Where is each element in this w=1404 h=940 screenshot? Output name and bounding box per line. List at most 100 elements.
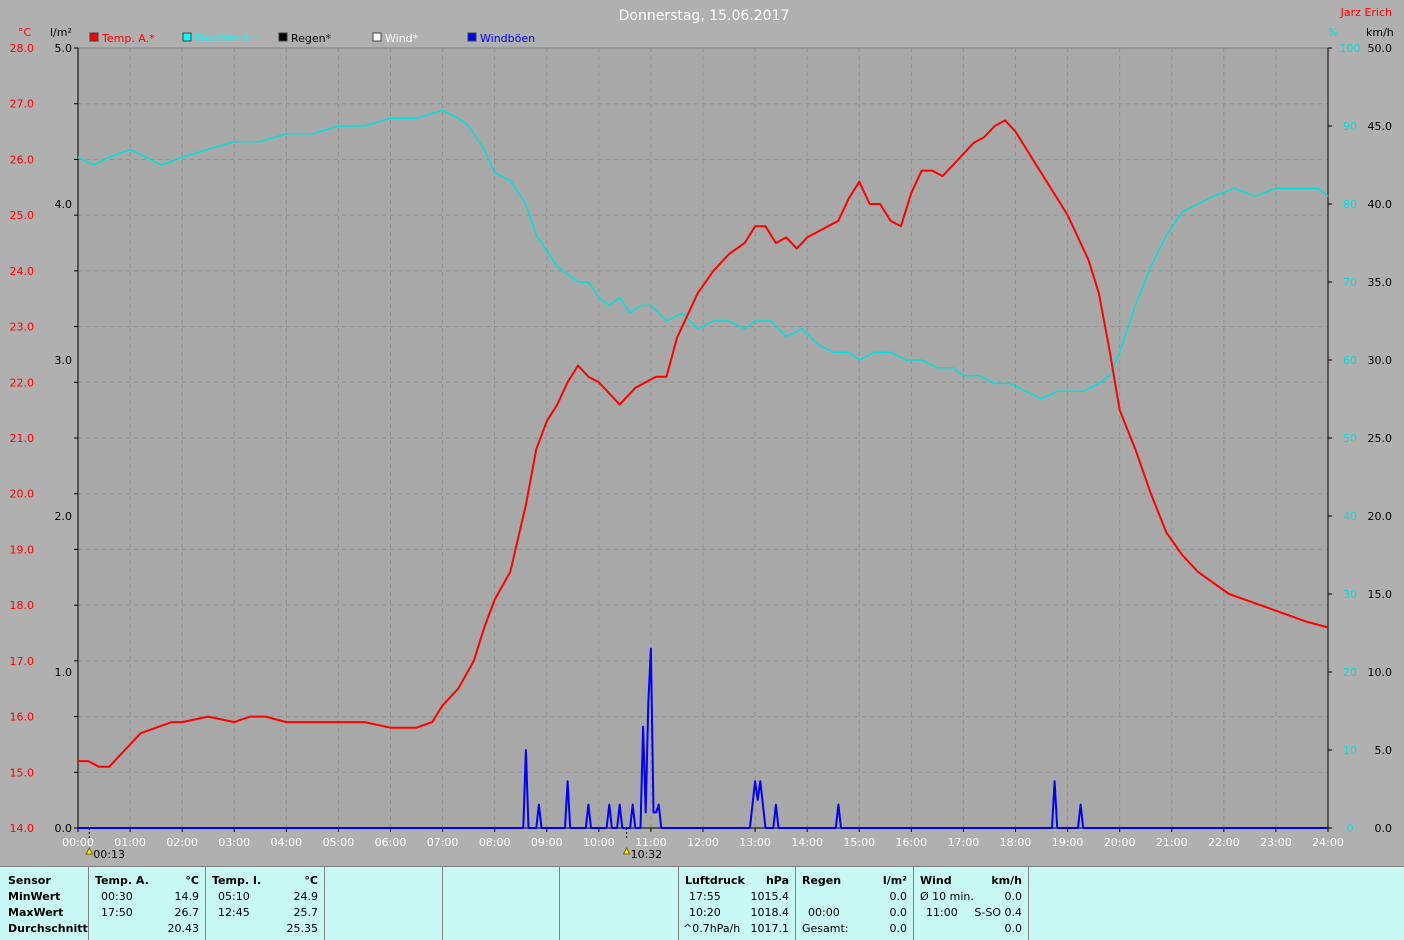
y-tick-label-rain: 2.0 — [55, 510, 73, 523]
y-tick-label-temp: 26.0 — [10, 153, 35, 166]
legend-label: Feuchte A.* — [195, 32, 259, 45]
legend-swatch — [467, 32, 477, 42]
y-tick-label-temp: 20.0 — [10, 488, 35, 501]
legend-label: Regen* — [291, 32, 332, 45]
legend-swatch — [278, 32, 288, 42]
temp-i-min-time: 05:10 — [218, 890, 250, 903]
temp-a-min-time: 00:30 — [101, 890, 133, 903]
pressure-max: 1018.4 — [750, 906, 790, 919]
marker-label: 00:13 — [93, 848, 125, 861]
y-tick-label-wind: 10.0 — [1368, 666, 1393, 679]
marker-label: 10:32 — [631, 848, 663, 861]
pressure-max-time: 10:20 — [689, 906, 721, 919]
y-tick-label-wind: 35.0 — [1368, 276, 1393, 289]
humidity-unit-label: % — [1328, 26, 1338, 39]
wind-unit: km/h — [991, 874, 1022, 887]
y-tick-label-temp: 24.0 — [10, 265, 35, 278]
pressure-header: Luftdruck — [685, 874, 745, 887]
x-tick-label: 17:00 — [948, 836, 980, 849]
y-tick-label-humidity: 10 — [1343, 744, 1357, 757]
x-tick-label: 04:00 — [270, 836, 302, 849]
x-tick-label: 12:00 — [687, 836, 719, 849]
pressure-min: 1015.4 — [750, 890, 790, 903]
weather-chart: 00:00 01:00 02:00 03:00 04:00 05:00 06:00 07:00… — [10, 6, 1394, 861]
temp-i-min: 24.9 — [293, 890, 319, 903]
y-tick-label-wind: 50.0 — [1368, 42, 1393, 55]
x-tick-label: 22:00 — [1208, 836, 1240, 849]
x-tick-label: 14:00 — [791, 836, 823, 849]
x-tick-label: 21:00 — [1156, 836, 1188, 849]
temp-i-header: Temp. I. — [212, 874, 262, 887]
y-tick-label-wind: 25.0 — [1368, 432, 1393, 445]
stats-sensor-column: Sensor MinWert MaxWert Durchschnitt — [0, 867, 89, 940]
stats-temp-a-column: Temp. A. °C 00:30 14.9 17:50 26.7 20.43 — [89, 867, 206, 940]
y-tick-label-rain: 0.0 — [55, 822, 73, 835]
y-tick-label-humidity: 30 — [1343, 588, 1357, 601]
y-tick-label-rain: 4.0 — [55, 198, 73, 211]
pressure-min-time: 17:55 — [689, 890, 721, 903]
temp-i-avg: 25.35 — [286, 922, 319, 935]
stats-empty-column-1 — [325, 867, 443, 940]
stats-wind-column: Wind km/h Ø 10 min. 0.0 11:00 S-SO 0.4 0… — [914, 867, 1029, 940]
temp-a-max-time: 17:50 — [101, 906, 133, 919]
y-tick-label-humidity: 60 — [1343, 354, 1357, 367]
y-tick-label-temp: 14.0 — [10, 822, 35, 835]
y-tick-label-wind: 0.0 — [1375, 822, 1393, 835]
y-tick-label-temp: 23.0 — [10, 321, 35, 334]
y-tick-label-temp: 17.0 — [10, 655, 35, 668]
x-tick-label: 24:00 — [1312, 836, 1344, 849]
stats-empty-column-2 — [443, 867, 560, 940]
pressure-trend: ^0.7hPa/h — [683, 922, 741, 935]
wind-max: S-SO 0.4 — [974, 906, 1022, 919]
legend-label: Windböen — [480, 32, 535, 45]
stats-sensor-header: Sensor — [8, 874, 51, 887]
y-tick-label-humidity: 0 — [1347, 822, 1354, 835]
y-tick-label-humidity: 90 — [1343, 120, 1357, 133]
y-tick-label-temp: 16.0 — [10, 711, 35, 724]
temp-a-max: 26.7 — [174, 906, 200, 919]
wind-header: Wind — [920, 874, 952, 887]
marker-icon — [622, 846, 631, 855]
y-tick-label-wind: 45.0 — [1368, 120, 1393, 133]
temp-a-min: 14.9 — [174, 890, 200, 903]
x-tick-label: 13:00 — [739, 836, 771, 849]
wind-avg: 0.0 — [1004, 890, 1023, 903]
stats-pressure-column: Luftdruck hPa 17:55 1015.4 10:20 1018.4 … — [679, 867, 796, 940]
x-tick-label: 10:00 — [583, 836, 615, 849]
x-tick-label: 09:00 — [531, 836, 563, 849]
x-tick-label: 20:00 — [1104, 836, 1136, 849]
x-tick-label: 02:00 — [166, 836, 198, 849]
legend-swatch — [372, 32, 382, 42]
rain-header: Regen — [802, 874, 842, 887]
wind-avg-label: Ø 10 min. — [920, 890, 974, 903]
y-tick-label-humidity: 40 — [1343, 510, 1357, 523]
x-tick-label: 19:00 — [1052, 836, 1084, 849]
legend-swatch — [182, 32, 192, 42]
y-tick-label-rain: 1.0 — [55, 666, 73, 679]
y-tick-label-temp: 25.0 — [10, 209, 35, 222]
x-tick-label: 07:00 — [427, 836, 459, 849]
y-tick-label-temp: 22.0 — [10, 376, 35, 389]
temp-unit-label: °C — [18, 26, 32, 39]
y-tick-label-temp: 21.0 — [10, 432, 35, 445]
legend-swatch — [89, 32, 99, 42]
stats-temp-i-column: Temp. I. °C 05:10 24.9 12:45 25.7 25.35 — [206, 867, 325, 940]
pressure-current: 1017.1 — [750, 922, 790, 935]
x-tick-label: 08:00 — [479, 836, 511, 849]
y-tick-label-wind: 40.0 — [1368, 198, 1393, 211]
y-tick-label-temp: 18.0 — [10, 599, 35, 612]
x-tick-label: 15:00 — [843, 836, 875, 849]
y-tick-label-humidity: 20 — [1343, 666, 1357, 679]
stats-empty-column-3 — [560, 867, 679, 940]
wind-unit-label: km/h — [1366, 26, 1394, 39]
rain-r1: 0.0 — [889, 890, 908, 903]
temp-a-header: Temp. A. — [95, 874, 149, 887]
wind-r3: 0.0 — [1004, 922, 1023, 935]
stats-row-max: MaxWert — [8, 906, 64, 919]
rain-total-label: Gesamt: — [802, 922, 849, 935]
y-tick-label-temp: 27.0 — [10, 98, 35, 111]
x-tick-label: 16:00 — [895, 836, 927, 849]
x-tick-label: 18:00 — [1000, 836, 1032, 849]
temp-a-unit: °C — [185, 874, 199, 887]
y-tick-label-temp: 15.0 — [10, 766, 35, 779]
